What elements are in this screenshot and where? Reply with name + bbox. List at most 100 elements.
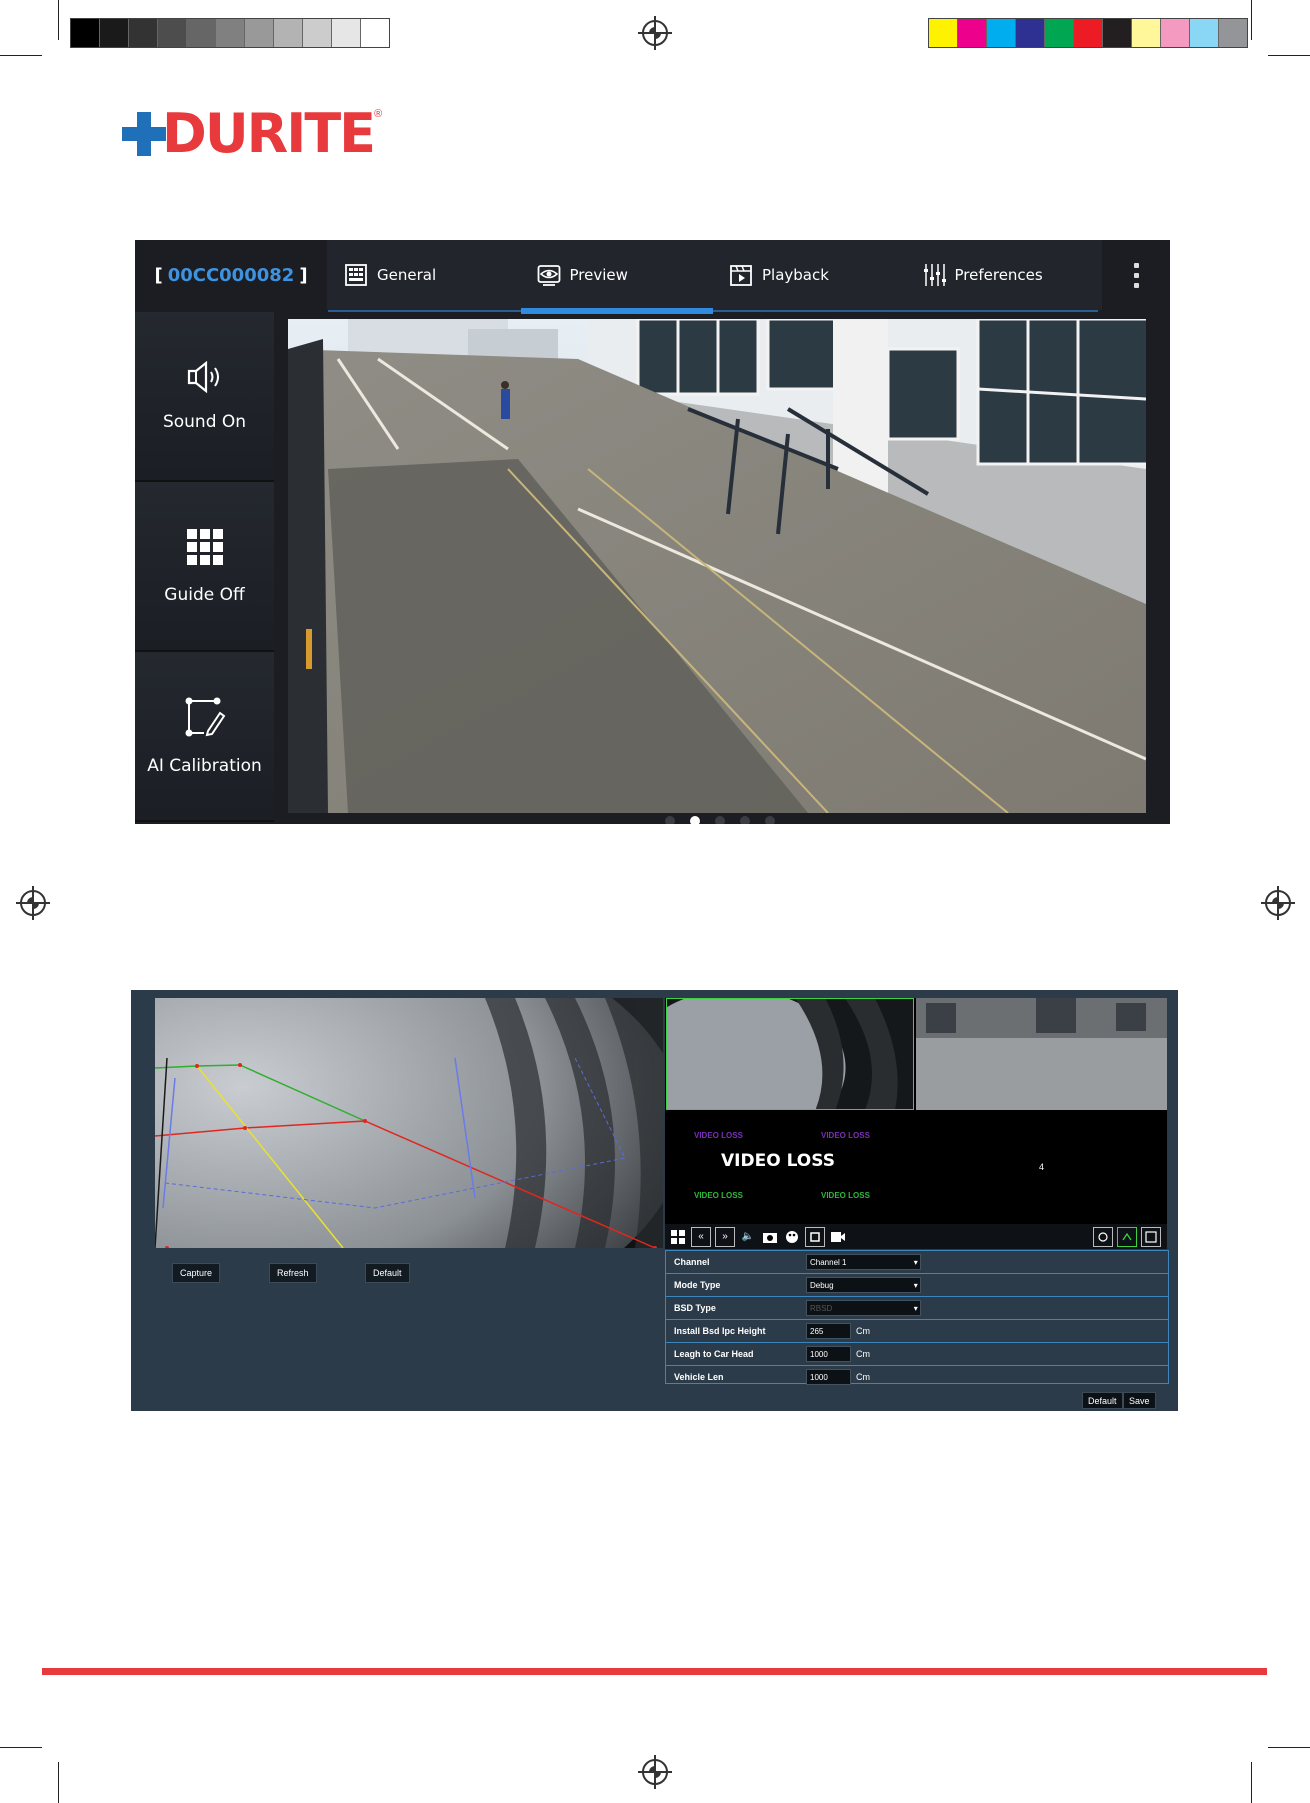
registration-mark-icon bbox=[1261, 886, 1295, 920]
tab-preview[interactable]: Preview bbox=[520, 240, 714, 314]
video-loss-small: VIDEO LOSS bbox=[821, 1191, 870, 1200]
color-swatch bbox=[987, 19, 1016, 47]
app-preview-screenshot: [ 00CC000082 ] General Preview Playback … bbox=[135, 240, 1170, 824]
field-label: Leagh to Car Head bbox=[674, 1349, 754, 1359]
plus-cross-icon bbox=[122, 112, 166, 156]
select-value: RBSD bbox=[810, 1303, 833, 1313]
mode-type-select[interactable]: Debug ▾ bbox=[806, 1277, 921, 1293]
refresh-button[interactable]: Refresh bbox=[269, 1263, 317, 1283]
form-row-channel: Channel Channel 1 ▾ bbox=[666, 1251, 1168, 1274]
dropdown-arrow-icon: ▾ bbox=[913, 1257, 920, 1267]
channel-select[interactable]: Channel 1 ▾ bbox=[806, 1254, 921, 1270]
field-label: Channel bbox=[674, 1257, 710, 1267]
volume-icon[interactable]: 🔈 bbox=[739, 1228, 757, 1246]
grayscale-color-bar bbox=[70, 18, 390, 48]
page-dot[interactable] bbox=[690, 816, 700, 824]
registration-mark-icon bbox=[16, 886, 50, 920]
side-button-label: Sound On bbox=[162, 412, 247, 432]
tab-label: Preferences bbox=[954, 266, 1043, 284]
capture-button[interactable]: Capture bbox=[172, 1263, 221, 1283]
color-swatch bbox=[1219, 19, 1247, 47]
palette-icon[interactable] bbox=[783, 1228, 801, 1246]
footer-red-rule bbox=[42, 1668, 1267, 1675]
default-button[interactable]: Default bbox=[365, 1263, 410, 1283]
channel-cell-4[interactable]: 4 bbox=[916, 1111, 1167, 1223]
bracket-open: [ bbox=[154, 264, 163, 286]
crop-mark-br-h bbox=[1268, 1747, 1310, 1748]
kebab-menu-icon[interactable] bbox=[1102, 240, 1170, 310]
guide-off-button[interactable]: Guide Off bbox=[135, 482, 274, 652]
main-tabs: General Preview Playback Preferences bbox=[328, 240, 1099, 314]
gray-swatch bbox=[158, 19, 187, 47]
channel-cell-1[interactable] bbox=[666, 998, 914, 1110]
tab-playback[interactable]: Playback bbox=[713, 240, 906, 310]
ai-calibration-button[interactable]: AI Calibration bbox=[135, 652, 274, 822]
gray-swatch bbox=[71, 19, 100, 47]
form-row-length-to-head: Leagh to Car Head 1000 Cm bbox=[666, 1343, 1168, 1366]
field-label: Install Bsd Ipc Height bbox=[674, 1326, 766, 1336]
fast-forward-icon[interactable]: » bbox=[715, 1226, 735, 1247]
quad-layout-icon[interactable] bbox=[669, 1228, 687, 1246]
crop-mark-br-v bbox=[1251, 1762, 1252, 1803]
channel-cell-2[interactable] bbox=[916, 998, 1167, 1110]
rewind-icon[interactable]: « bbox=[691, 1226, 711, 1247]
install-height-input[interactable]: 265 bbox=[806, 1323, 851, 1339]
gray-swatch bbox=[216, 19, 245, 47]
page-dot[interactable] bbox=[740, 816, 750, 824]
vehicle-len-input[interactable]: 1000 bbox=[806, 1369, 851, 1385]
field-label: Mode Type bbox=[674, 1280, 721, 1290]
form-save-button[interactable]: Save bbox=[1123, 1392, 1156, 1409]
device-id: 00CC000082 bbox=[167, 264, 295, 286]
brand-name: DURITE bbox=[162, 102, 376, 165]
settings-panel-icon[interactable] bbox=[1141, 1226, 1161, 1247]
page-dot[interactable] bbox=[715, 816, 725, 824]
channel-cell-3[interactable]: VIDEO LOSS VIDEO LOSS VIDEO LOSS VIDEO L… bbox=[666, 1111, 914, 1223]
crop-mark-bl-h bbox=[0, 1747, 42, 1748]
video-loss-small: VIDEO LOSS bbox=[821, 1131, 870, 1140]
registration-mark-icon bbox=[638, 1755, 672, 1789]
bracket-close: ] bbox=[299, 264, 308, 286]
dropdown-arrow-icon: ▾ bbox=[913, 1280, 920, 1290]
tab-general[interactable]: General bbox=[328, 240, 521, 310]
page-dot[interactable] bbox=[665, 816, 675, 824]
length-to-head-input[interactable]: 1000 bbox=[806, 1346, 851, 1362]
video-loss-label: VIDEO LOSS bbox=[721, 1151, 835, 1171]
color-swatch bbox=[958, 19, 987, 47]
form-row-install-height: Install Bsd Ipc Height 265 Cm bbox=[666, 1320, 1168, 1343]
bsd-settings-form: Channel Channel 1 ▾ Mode Type Debug ▾ BSD … bbox=[665, 1250, 1169, 1385]
video-loss-small: VIDEO LOSS bbox=[694, 1191, 743, 1200]
tab-preferences[interactable]: Preferences bbox=[906, 240, 1099, 310]
calibration-pen-icon bbox=[185, 697, 225, 737]
side-button-label: Guide Off bbox=[164, 585, 245, 605]
ai-detect-icon[interactable] bbox=[1093, 1226, 1113, 1247]
calibration-camera-view[interactable] bbox=[155, 998, 663, 1248]
record-icon[interactable] bbox=[829, 1228, 847, 1246]
playback-control-bar: « » 🔈 bbox=[665, 1224, 1167, 1249]
camera-preview-image bbox=[288, 319, 1146, 813]
gray-swatch bbox=[361, 19, 389, 47]
eye-icon bbox=[537, 265, 560, 286]
bsd-mode-icon[interactable] bbox=[1117, 1226, 1137, 1247]
form-row-bsd-type: BSD Type RBSD ▾ bbox=[666, 1297, 1168, 1320]
form-default-button[interactable]: Default bbox=[1082, 1392, 1123, 1409]
fullscreen-icon[interactable] bbox=[805, 1226, 825, 1247]
color-swatch bbox=[1132, 19, 1161, 47]
gray-swatch bbox=[129, 19, 158, 47]
form-row-mode-type: Mode Type Debug ▾ bbox=[666, 1274, 1168, 1297]
snapshot-icon[interactable] bbox=[761, 1228, 779, 1246]
page-indicator bbox=[665, 816, 775, 824]
process-color-bar bbox=[928, 18, 1248, 48]
speaker-icon bbox=[187, 360, 219, 394]
gray-swatch bbox=[332, 19, 361, 47]
unit-label: Cm bbox=[856, 1326, 870, 1336]
sound-on-button[interactable]: Sound On bbox=[135, 312, 274, 482]
side-button-label: AI Calibration bbox=[147, 756, 262, 776]
color-swatch bbox=[1190, 19, 1219, 47]
page-dot[interactable] bbox=[765, 816, 775, 824]
color-swatch bbox=[1074, 19, 1103, 47]
color-swatch bbox=[1103, 19, 1132, 47]
color-swatch bbox=[1045, 19, 1074, 47]
gray-swatch bbox=[187, 19, 216, 47]
dropdown-arrow-icon: ▾ bbox=[913, 1303, 920, 1313]
tab-label: General bbox=[377, 266, 437, 284]
